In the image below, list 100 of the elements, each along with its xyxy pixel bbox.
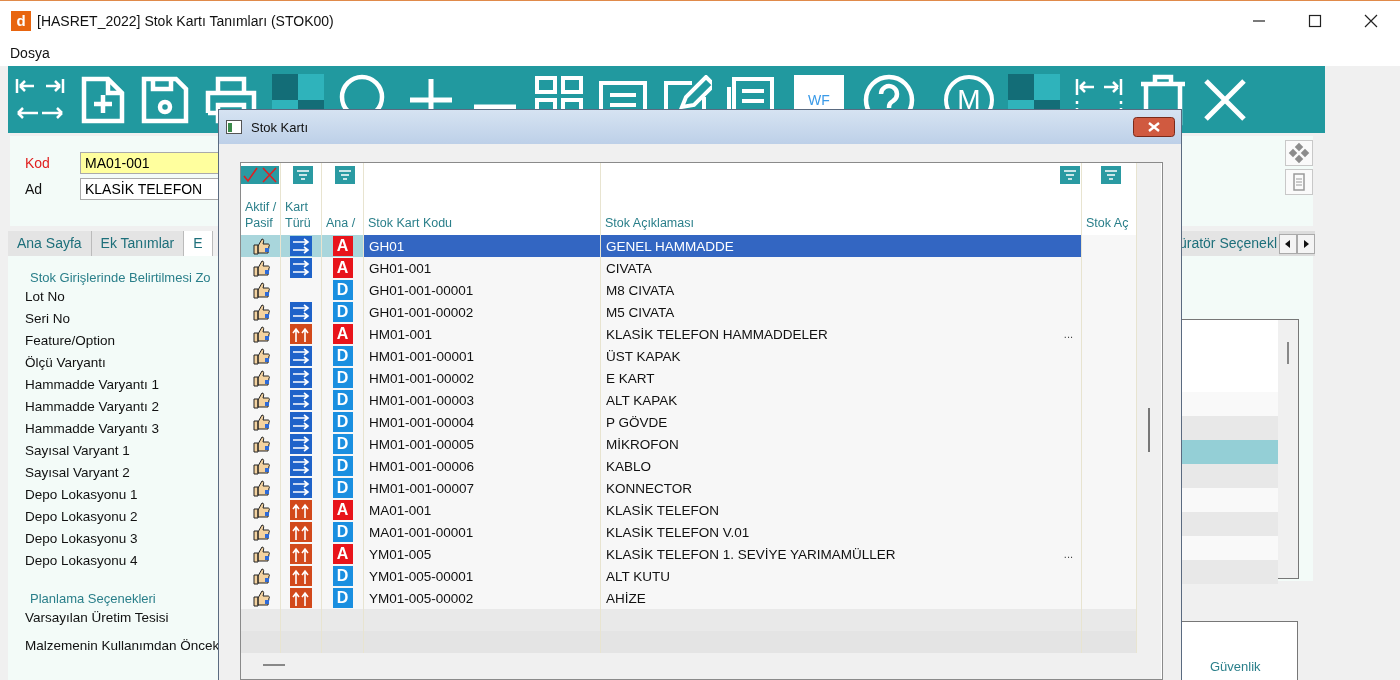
new-file-icon[interactable] [80,74,126,125]
table-cell: HM01-001 [369,326,433,342]
table-cell: KLASİK TELEFON HAMMADDELER [606,326,828,342]
table-row[interactable]: D HM01-001-00006 KABLO [241,455,1137,477]
right-arrows-icon [290,346,312,366]
up-arrows-icon [290,500,312,520]
table-row[interactable]: D HM01-001-00007 KONNECTOR [241,477,1137,499]
table-cell: ALT KUTU [606,568,670,584]
table-row[interactable]: D MA01-001-00001 KLASİK TELEFON V.01 [241,521,1137,543]
table-cell: KLASİK TELEFON 1. SEVİYE YARIMAMÜLLER [606,546,896,562]
type-badge: D [332,280,353,300]
table-cell: P GÖVDE [606,414,668,430]
close-icon[interactable] [1202,76,1248,123]
column-header[interactable]: Aktif / Pasif [245,199,280,231]
up-arrows-icon [290,566,312,586]
table-row[interactable]: D HM01-001-00002 E KART [241,367,1137,389]
option-label: Sayısal Varyant 1 [25,443,131,460]
up-arrows-icon [290,544,312,564]
filter-icon[interactable] [293,166,313,184]
more-indicator: ... [1063,548,1073,560]
dialog-title: Stok Kartı [251,119,309,135]
save-icon[interactable] [140,74,190,125]
table-cell: CIVATA [606,260,652,276]
field-label: Ad [25,181,44,197]
section-title: Stok Girişlerinde Belirtilmesi Zo [30,270,212,285]
table-cell: HM01-001-00007 [369,480,475,496]
table-cell: M8 CIVATA [606,282,675,298]
check-all-icon[interactable] [241,166,260,184]
right-arrows-icon [290,302,312,322]
table-row[interactable]: A MA01-001 KLASİK TELEFON [241,499,1137,521]
table-cell: GH01-001 [369,260,432,276]
scroll-right-button[interactable] [1297,233,1315,254]
option-label: Malzemenin Kullanımdan Öncek [25,638,218,655]
table-cell: MİKROFON [606,436,679,452]
table-cell: GH01-001-00002 [369,304,474,320]
table-row[interactable]: A HM01-001 KLASİK TELEFON HAMMADDELER ... [241,323,1137,345]
table-cell: GH01-001-00001 [369,282,474,298]
table-cell: KABLO [606,458,652,474]
type-badge: A [332,236,353,256]
table-cell: E KART [606,370,655,386]
table-row[interactable]: D HM01-001-00001 ÜST KAPAK [241,345,1137,367]
option-label: Hammadde Varyantı 3 [25,421,161,438]
type-badge: A [332,544,353,564]
table-cell: AHİZE [606,590,646,606]
printer-icon[interactable] [204,74,258,125]
table-cell: KLASİK TELEFON V.01 [606,524,750,540]
right-arrows-icon [290,478,312,498]
close-button[interactable] [1133,117,1175,137]
column-header[interactable]: Stok Kart Kodu [368,215,600,231]
up-arrows-icon [290,522,312,542]
table-row[interactable]: D GH01-001-00002 M5 CIVATA [241,301,1137,323]
right-arrows-icon [290,456,312,476]
horizontal-scrollbar[interactable] [241,653,1137,679]
option-label: Hammadde Varyantı 2 [25,399,161,416]
table-cell: KLASİK TELEFON [606,502,720,518]
table-row[interactable]: D YM01-005-00001 ALT KUTU [241,565,1137,587]
right-arrows-icon [290,412,312,432]
table-row[interactable]: D HM01-001-00005 MİKROFON [241,433,1137,455]
type-badge: D [332,302,353,322]
table-cell: YM01-005-00001 [369,568,474,584]
table-cell: MA01-001-00001 [369,524,474,540]
column-header: Güvenlik [1210,659,1261,674]
clipboard-button[interactable] [1285,169,1313,195]
vertical-scrollbar[interactable] [1137,163,1161,679]
tab[interactable]: Ek Tanımlar [91,231,185,256]
column-header[interactable]: Stok Açıklaması [605,215,1081,231]
table-row[interactable]: A GH01 GENEL HAMMADDE [241,235,1137,257]
scroll-left-button[interactable] [1279,233,1297,254]
table-row[interactable]: D HM01-001-00003 ALT KAPAK [241,389,1137,411]
more-indicator: ... [1063,328,1073,340]
table-cell: ÜST KAPAK [606,348,681,364]
app-logo: d [11,10,31,31]
type-badge: D [332,390,353,410]
type-badge: D [332,478,353,498]
table-row[interactable]: A YM01-005 KLASİK TELEFON 1. SEVİYE YARIMAMÜLLER ... [241,543,1137,565]
table-cell: MA01-001 [369,502,432,518]
menu-item[interactable]: Dosya [10,45,50,61]
up-arrows-icon [290,588,312,608]
table-row[interactable]: D HM01-001-00004 P GÖVDE [241,411,1137,433]
tab[interactable]: Ana Sayfa [8,231,92,256]
move-button[interactable] [1285,140,1313,166]
column-header[interactable]: Ana / [326,215,363,231]
filter-icon[interactable] [334,166,355,184]
option-label: Lot No [25,289,66,306]
table-row[interactable]: D GH01-001-00001 M8 CIVATA [241,279,1137,301]
table-row[interactable]: D YM01-005-00002 AHİZE [241,587,1137,609]
uncheck-all-icon[interactable] [260,166,279,184]
tab[interactable]: E [184,231,213,256]
filter-icon[interactable] [1101,166,1121,184]
option-label: Ölçü Varyantı [25,355,107,372]
option-label: Feature/Option [25,333,117,350]
table-cell: KONNECTOR [606,480,692,496]
window-icon [226,120,242,134]
filter-icon[interactable] [1060,166,1080,184]
type-badge: D [332,346,353,366]
table-cell: GH01 [369,238,405,254]
table-cell: HM01-001-00004 [369,414,475,430]
column-header[interactable]: Kart Türü [285,199,321,231]
column-header[interactable]: Stok Aç [1086,215,1136,231]
table-row[interactable]: A GH01-001 CIVATA [241,257,1137,279]
